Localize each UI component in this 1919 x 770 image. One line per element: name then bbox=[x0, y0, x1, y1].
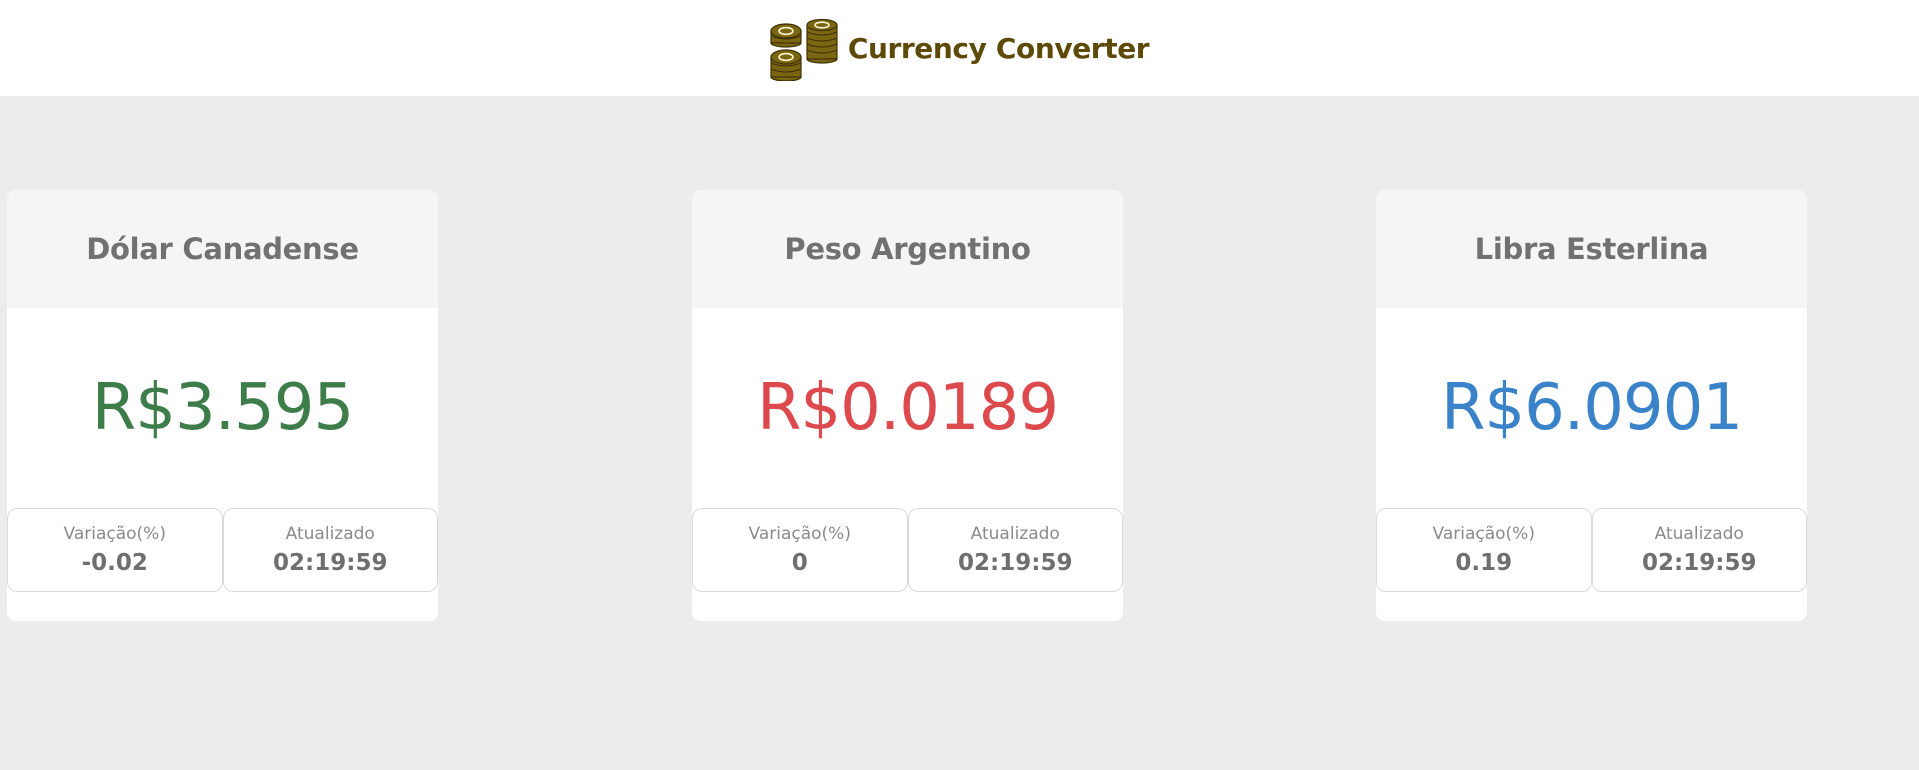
card-footer: Variação(%) -0.02 Atualizado 02:19:59 bbox=[7, 508, 438, 592]
updated-label: Atualizado bbox=[1654, 524, 1744, 544]
updated-value: 02:19:59 bbox=[273, 550, 388, 576]
updated-value: 02:19:59 bbox=[958, 550, 1073, 576]
currency-name: Peso Argentino bbox=[784, 232, 1031, 266]
updated-label: Atualizado bbox=[285, 524, 375, 544]
updated-label: Atualizado bbox=[970, 524, 1060, 544]
updated-value: 02:19:59 bbox=[1642, 550, 1757, 576]
updated-stat: Atualizado 02:19:59 bbox=[222, 508, 438, 592]
card-header: Libra Esterlina bbox=[1376, 190, 1807, 308]
currency-card-gbp: Libra Esterlina R$6.0901 Variação(%) 0.1… bbox=[1376, 190, 1807, 621]
card-body: R$0.0189 bbox=[692, 308, 1123, 508]
exchange-rate: R$0.0189 bbox=[756, 371, 1059, 445]
currency-name: Libra Esterlina bbox=[1474, 232, 1709, 266]
variation-label: Variação(%) bbox=[63, 524, 166, 544]
card-body: R$6.0901 bbox=[1376, 308, 1807, 508]
card-header: Dólar Canadense bbox=[7, 190, 438, 308]
variation-label: Variação(%) bbox=[748, 524, 851, 544]
variation-value: -0.02 bbox=[81, 550, 148, 576]
variation-stat: Variação(%) -0.02 bbox=[7, 508, 223, 592]
card-header: Peso Argentino bbox=[692, 190, 1123, 308]
variation-stat: Variação(%) 0 bbox=[692, 508, 908, 592]
brand: Currency Converter bbox=[769, 15, 1150, 81]
exchange-rate: R$6.0901 bbox=[1440, 371, 1743, 445]
currency-card-cad: Dólar Canadense R$3.595 Variação(%) -0.0… bbox=[7, 190, 438, 621]
currency-card-ars: Peso Argentino R$0.0189 Variação(%) 0 At… bbox=[692, 190, 1123, 621]
app-header: Currency Converter bbox=[0, 0, 1919, 96]
updated-stat: Atualizado 02:19:59 bbox=[907, 508, 1123, 592]
coins-icon bbox=[770, 18, 838, 81]
variation-value: 0.19 bbox=[1455, 550, 1513, 576]
variation-label: Variação(%) bbox=[1432, 524, 1535, 544]
variation-value: 0 bbox=[791, 550, 808, 576]
exchange-rate: R$3.595 bbox=[91, 371, 354, 445]
card-footer: Variação(%) 0.19 Atualizado 02:19:59 bbox=[1376, 508, 1807, 592]
variation-stat: Variação(%) 0.19 bbox=[1376, 508, 1592, 592]
card-footer: Variação(%) 0 Atualizado 02:19:59 bbox=[692, 508, 1123, 592]
currency-name: Dólar Canadense bbox=[86, 232, 359, 266]
updated-stat: Atualizado 02:19:59 bbox=[1591, 508, 1807, 592]
card-body: R$3.595 bbox=[7, 308, 438, 508]
app-title: Currency Converter bbox=[847, 31, 1150, 65]
